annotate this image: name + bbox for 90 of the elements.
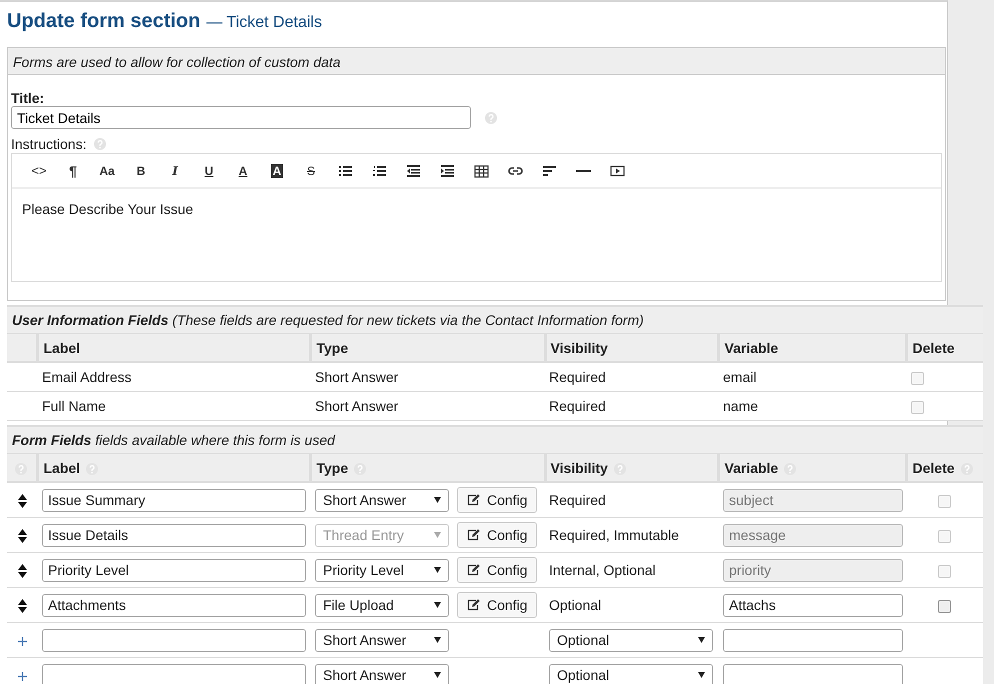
config-button[interactable]: Config bbox=[457, 592, 538, 618]
font-size-button[interactable]: Aa bbox=[90, 160, 124, 180]
rich-text-editor[interactable]: <> ¶ Aa B I U A A S Please Describe Your Issue bbox=[11, 153, 942, 282]
variable-field: priority bbox=[723, 558, 903, 582]
paragraph-button[interactable]: ¶ bbox=[56, 160, 90, 180]
caret-icon bbox=[434, 567, 441, 573]
add-icon bbox=[18, 636, 26, 646]
section-header: User Information Fields (These fields are requested for new tickets via the Contact Information form) bbox=[7, 306, 984, 334]
outdent-icon[interactable] bbox=[406, 164, 420, 178]
variable-field: message bbox=[723, 524, 903, 546]
caret-icon bbox=[698, 672, 705, 678]
code-button[interactable]: <> bbox=[22, 160, 56, 180]
column-header: Label bbox=[37, 334, 310, 362]
caret-icon bbox=[434, 532, 441, 538]
caret-icon bbox=[698, 637, 705, 643]
variable-field[interactable] bbox=[723, 664, 903, 684]
visibility-dropdown[interactable]: Optional bbox=[549, 628, 713, 652]
edit-icon bbox=[467, 599, 480, 611]
table-cell: Short Answer bbox=[310, 362, 545, 392]
table-cell: Required, Immutable bbox=[545, 518, 718, 552]
label-field[interactable] bbox=[42, 628, 306, 652]
label-field[interactable]: Issue Summary bbox=[42, 488, 306, 512]
italic-button[interactable]: I bbox=[158, 160, 192, 180]
caret-icon bbox=[434, 672, 441, 678]
table-cell: Required bbox=[545, 482, 718, 518]
config-button[interactable]: Config bbox=[457, 487, 538, 513]
table-cell: name bbox=[718, 392, 906, 420]
highlight-button[interactable]: A bbox=[271, 164, 283, 178]
caret-icon bbox=[434, 497, 441, 503]
type-dropdown[interactable]: Short Answer bbox=[315, 488, 449, 512]
variable-field[interactable]: Attachs bbox=[723, 594, 903, 616]
section-header: Form Fields fields available where this form is used bbox=[7, 426, 984, 454]
notice-bar: Forms are used to allow for collection of custom data bbox=[8, 47, 945, 75]
sort-handle-icon[interactable] bbox=[18, 494, 26, 508]
table-icon[interactable] bbox=[474, 164, 488, 178]
page-title: Update form section bbox=[7, 10, 200, 33]
column-header: Type bbox=[310, 334, 545, 362]
config-button[interactable]: Config bbox=[457, 522, 538, 548]
underline-button[interactable]: U bbox=[192, 160, 226, 180]
table-cell: Required bbox=[545, 362, 718, 392]
strikethrough-button[interactable]: S bbox=[294, 160, 328, 180]
add-icon bbox=[18, 672, 26, 681]
config-button[interactable]: Config bbox=[457, 557, 538, 583]
label-field[interactable]: Priority Level bbox=[42, 558, 306, 582]
edit-icon bbox=[467, 494, 480, 506]
column-header: Delete bbox=[906, 334, 984, 362]
field-label: Instructions: bbox=[11, 136, 86, 152]
instructions-text: Please Describe Your Issue bbox=[21, 200, 194, 219]
type-dropdown[interactable]: Priority Level bbox=[315, 558, 449, 582]
table-cell: Email Address bbox=[37, 362, 310, 392]
column-header: Delete bbox=[912, 460, 955, 476]
sort-handle-icon[interactable] bbox=[18, 529, 26, 544]
variable-field[interactable] bbox=[723, 628, 903, 652]
delete-checkbox[interactable] bbox=[938, 600, 951, 613]
table-cell: Optional bbox=[545, 588, 718, 622]
column-header: Label bbox=[44, 460, 80, 476]
label-field[interactable]: Issue Details bbox=[42, 524, 306, 546]
page-subtitle: — Ticket Details bbox=[206, 14, 322, 32]
label-field[interactable]: Attachments bbox=[42, 594, 306, 616]
table-cell: Internal, Optional bbox=[545, 552, 718, 588]
edit-icon bbox=[467, 564, 480, 576]
type-dropdown[interactable]: Short Answer bbox=[315, 664, 449, 684]
column-header: Variable bbox=[718, 334, 906, 362]
text-color-button[interactable]: A bbox=[226, 160, 260, 180]
table-cell: Short Answer bbox=[310, 392, 545, 420]
sort-handle-icon[interactable] bbox=[18, 599, 26, 614]
caret-icon bbox=[434, 602, 441, 608]
column-header: Visibility bbox=[550, 460, 608, 476]
table-cell: Full Name bbox=[37, 392, 310, 420]
visibility-dropdown[interactable]: Optional bbox=[549, 664, 713, 684]
sort-handle-icon[interactable] bbox=[18, 564, 26, 578]
indent-icon[interactable] bbox=[440, 164, 454, 178]
column-header: Visibility bbox=[545, 334, 718, 362]
column-header: Type bbox=[316, 460, 348, 476]
field-label: Title: bbox=[11, 91, 46, 105]
type-dropdown[interactable]: File Upload bbox=[315, 594, 449, 616]
video-icon[interactable] bbox=[610, 164, 624, 178]
bold-button[interactable]: B bbox=[124, 160, 158, 180]
type-dropdown[interactable]: Short Answer bbox=[315, 628, 449, 652]
caret-icon bbox=[434, 637, 441, 643]
numbered-list-icon[interactable] bbox=[372, 164, 386, 178]
table-cell: email bbox=[718, 362, 906, 392]
label-field[interactable] bbox=[42, 664, 306, 684]
edit-icon bbox=[467, 529, 480, 541]
column-header: Variable bbox=[724, 460, 778, 476]
bulleted-list-icon[interactable] bbox=[338, 164, 352, 178]
align-left-icon[interactable] bbox=[542, 164, 556, 178]
variable-field: subject bbox=[723, 488, 903, 512]
table-cell: Required bbox=[545, 392, 718, 420]
title-field[interactable]: Ticket Details bbox=[11, 106, 471, 129]
